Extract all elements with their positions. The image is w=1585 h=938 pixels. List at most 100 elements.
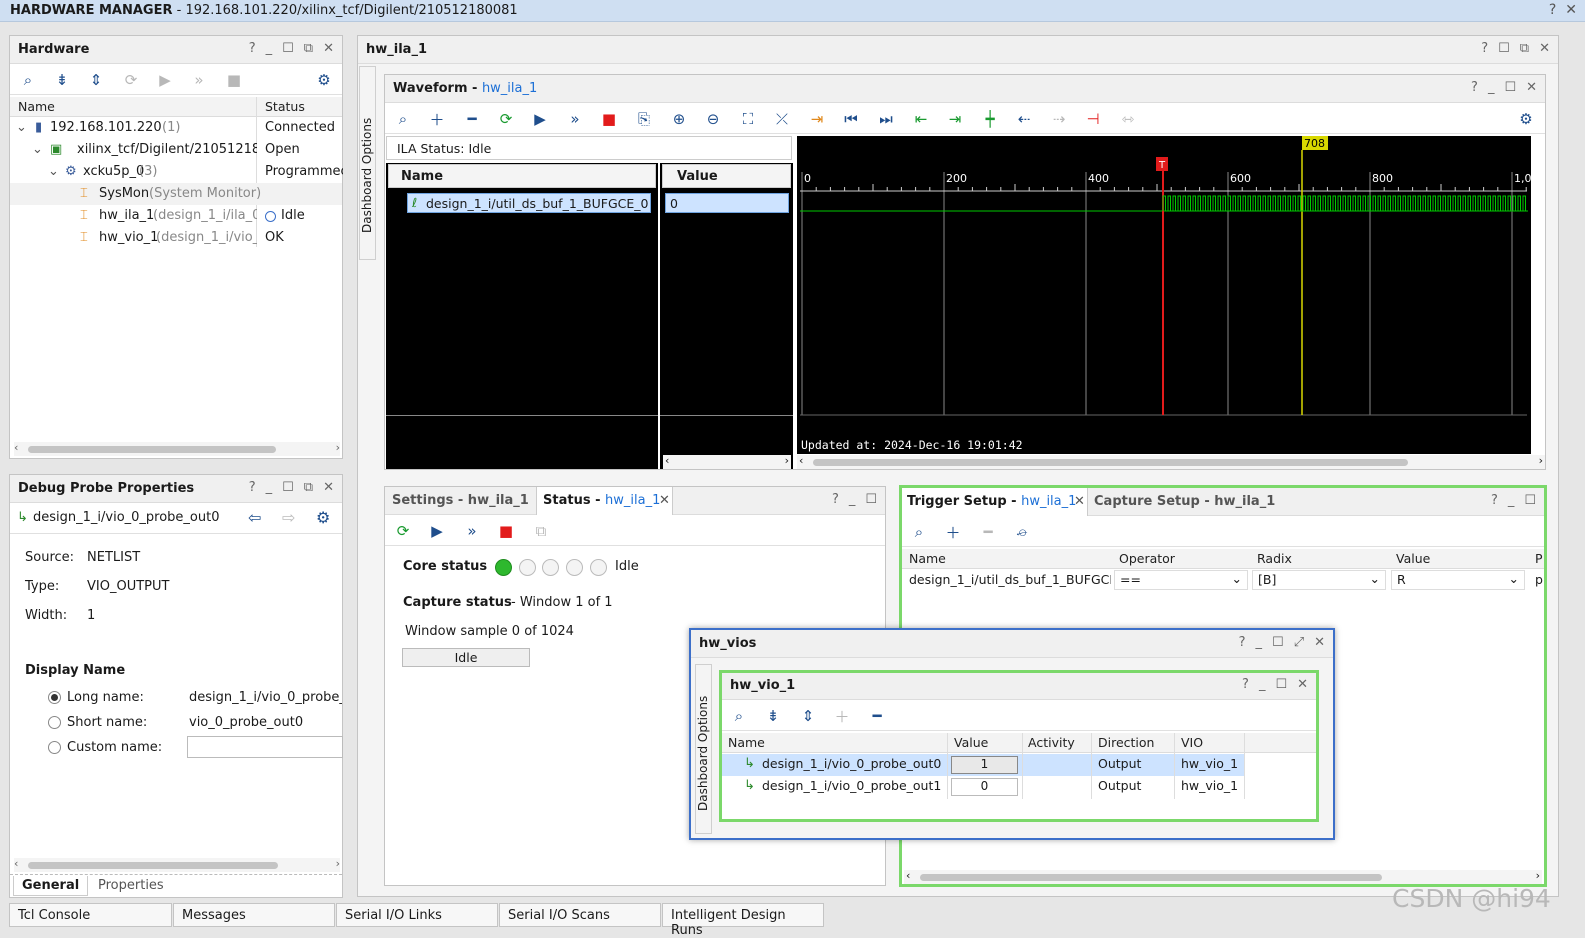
forward-arrow-icon[interactable]: ⇨ bbox=[282, 508, 295, 527]
tab-properties[interactable]: Properties bbox=[98, 878, 164, 893]
minimize-icon[interactable]: _ bbox=[266, 41, 273, 56]
next-transition-icon[interactable]: ⇥ bbox=[944, 108, 966, 130]
probe-hscroll[interactable]: ‹ › bbox=[14, 857, 340, 872]
collapse-all-icon[interactable]: ⇟ bbox=[762, 705, 784, 727]
gear-icon[interactable]: ⚙ bbox=[1515, 108, 1537, 130]
waveform-hscroll[interactable]: ‹ › bbox=[797, 454, 1545, 469]
tree-row-sysmon[interactable]: ⌶ SysMon (System Monitor) bbox=[10, 183, 342, 205]
maximize-icon[interactable]: ☐ bbox=[1272, 635, 1284, 650]
search-icon[interactable]: ⌕ bbox=[17, 69, 39, 91]
search-icon[interactable]: ⌕ bbox=[728, 705, 750, 727]
search-icon[interactable]: ⌕ bbox=[392, 108, 414, 130]
float-icon[interactable]: ⧉ bbox=[304, 480, 313, 495]
tree-row-target[interactable]: ⌄ ▣ xilinx_tcf/Digilent/2105121800 Open bbox=[10, 139, 342, 161]
remove-marker-icon[interactable]: ⊣ bbox=[1082, 108, 1104, 130]
tree-row-device[interactable]: ⌄ ⚙ xcku5p_0 (3) Programmec bbox=[10, 161, 343, 183]
stop-icon[interactable]: ■ bbox=[495, 520, 517, 542]
maximize-icon[interactable]: ☐ bbox=[865, 492, 877, 507]
close-icon[interactable]: ✕ bbox=[323, 480, 334, 495]
chevron-down-icon[interactable]: ⌄ bbox=[48, 164, 59, 179]
maximize-icon[interactable]: ☐ bbox=[1275, 677, 1287, 692]
close-icon[interactable]: ✕ bbox=[1539, 41, 1550, 56]
auto-retrigger-icon[interactable]: ⟳ bbox=[495, 108, 517, 130]
tab-intelligent-design-runs[interactable]: Intelligent Design Runs bbox=[662, 903, 824, 938]
maximize-icon[interactable]: ☐ bbox=[282, 41, 294, 56]
search-icon[interactable]: ⌕ bbox=[908, 521, 930, 543]
help-icon[interactable]: ? bbox=[1549, 2, 1556, 18]
help-icon[interactable]: ? bbox=[1491, 493, 1498, 508]
run-trigger-icon[interactable]: ▶ bbox=[426, 520, 448, 542]
tab-general[interactable]: General bbox=[13, 876, 89, 896]
remove-icon[interactable]: ━ bbox=[977, 521, 999, 543]
add-marker-icon[interactable]: ⇥ bbox=[806, 108, 828, 130]
gear-icon[interactable]: ⚙ bbox=[316, 508, 330, 527]
next-marker-icon[interactable]: ⇢ bbox=[1048, 108, 1070, 130]
minimize-icon[interactable]: _ bbox=[1508, 493, 1515, 508]
tree-row-host[interactable]: ⌄ ▮ 192.168.101.220 (1) Connected bbox=[10, 117, 342, 139]
minimize-icon[interactable]: _ bbox=[1256, 635, 1263, 650]
trigger-hscroll[interactable]: ‹ › bbox=[904, 869, 1542, 884]
run-immediate-icon[interactable]: » bbox=[461, 520, 483, 542]
restore-icon[interactable]: ⤢ bbox=[1294, 635, 1304, 650]
help-icon[interactable]: ? bbox=[249, 480, 256, 495]
export-icon[interactable]: ⎘ bbox=[633, 108, 655, 130]
tree-row-vio[interactable]: ⌶ hw_vio_1 (design_1_i/vio_0 OK bbox=[10, 227, 342, 249]
minimize-icon[interactable]: _ bbox=[266, 480, 273, 495]
minimize-icon[interactable]: _ bbox=[1488, 80, 1495, 95]
maximize-icon[interactable]: ☐ bbox=[1524, 493, 1536, 508]
zoom-out-icon[interactable]: ⊖ bbox=[702, 108, 724, 130]
float-icon[interactable]: ⧉ bbox=[304, 41, 313, 56]
help-icon[interactable]: ? bbox=[1481, 41, 1488, 56]
radix-select[interactable]: [B] ⌄ bbox=[1252, 570, 1386, 590]
tab-settings[interactable]: Settings - hw_ila_1 bbox=[392, 493, 529, 508]
condition-icon[interactable]: ⌮ bbox=[1011, 521, 1033, 543]
dashboard-options-tab[interactable]: Dashboard Options bbox=[359, 66, 376, 260]
maximize-icon[interactable]: ☐ bbox=[1504, 80, 1516, 95]
dashboard-options-tab[interactable]: Dashboard Options bbox=[695, 664, 712, 834]
add-icon[interactable]: ＋ bbox=[426, 108, 448, 130]
run-trigger-icon[interactable]: ▶ bbox=[529, 108, 551, 130]
remove-icon[interactable]: ━ bbox=[461, 108, 483, 130]
capture-icon[interactable]: ⧉ bbox=[530, 520, 552, 542]
waveform-plot[interactable]: 0 200 400 600 800 1,0 T 708 bbox=[797, 136, 1532, 454]
close-tab-icon[interactable]: ✕ bbox=[1074, 494, 1085, 509]
tab-messages[interactable]: Messages bbox=[173, 903, 335, 927]
custom-name-input[interactable] bbox=[187, 736, 343, 758]
value-hscroll[interactable]: ‹ › bbox=[663, 454, 791, 469]
vio-value-input[interactable]: 0 bbox=[951, 778, 1018, 796]
tab-capture-setup[interactable]: Capture Setup - hw_ila_1 bbox=[1094, 494, 1275, 509]
run-immediate-icon[interactable]: » bbox=[564, 108, 586, 130]
tab-serial-io-scans[interactable]: Serial I/O Scans bbox=[499, 903, 661, 927]
tree-row-ila[interactable]: ⌶ hw_ila_1 (design_1_i/ila_0) Idle bbox=[10, 205, 342, 227]
back-arrow-icon[interactable]: ⇦ bbox=[248, 508, 261, 527]
help-icon[interactable]: ? bbox=[1239, 635, 1246, 650]
short-name-radio[interactable] bbox=[48, 715, 61, 730]
tab-tcl-console[interactable]: Tcl Console bbox=[9, 903, 172, 927]
stop-icon[interactable]: ■ bbox=[598, 108, 620, 130]
help-icon[interactable]: ? bbox=[1242, 677, 1249, 692]
vio-row[interactable]: ↳ design_1_i/vio_0_probe_out0 1 Output h… bbox=[722, 754, 1244, 776]
float-icon[interactable]: ⧉ bbox=[1520, 41, 1529, 56]
help-icon[interactable]: ? bbox=[832, 492, 839, 507]
close-icon[interactable]: ✕ bbox=[1565, 2, 1577, 18]
vio-row[interactable]: ↳ design_1_i/vio_0_probe_out1 0 Output h… bbox=[722, 776, 1244, 798]
zoom-in-icon[interactable]: ⊕ bbox=[668, 108, 690, 130]
waveform-vscroll[interactable] bbox=[1532, 136, 1545, 454]
close-tab-icon[interactable]: ✕ bbox=[659, 493, 670, 508]
auto-retrigger-icon[interactable]: ⟳ bbox=[392, 520, 414, 542]
stop-icon[interactable]: ■ bbox=[223, 69, 245, 91]
swap-icon[interactable]: ⇿ bbox=[1117, 108, 1139, 130]
collapse-all-icon[interactable]: ⇟ bbox=[51, 69, 73, 91]
add-icon[interactable]: ＋ bbox=[942, 521, 964, 543]
close-icon[interactable]: ✕ bbox=[323, 41, 334, 56]
prev-marker-icon[interactable]: ⇠ bbox=[1013, 108, 1035, 130]
auto-connect-icon[interactable]: ⟳ bbox=[120, 69, 142, 91]
maximize-icon[interactable]: ☐ bbox=[282, 480, 294, 495]
long-name-radio[interactable] bbox=[48, 690, 61, 705]
go-end-icon[interactable]: ⏭ bbox=[875, 108, 897, 130]
remove-icon[interactable]: ━ bbox=[866, 705, 888, 727]
chevron-down-icon[interactable]: ⌄ bbox=[32, 142, 43, 157]
signal-row[interactable]: ℓ design_1_i/util_ds_buf_1_BUFGCE_0 bbox=[407, 193, 651, 213]
minimize-icon[interactable]: _ bbox=[849, 492, 856, 507]
tab-serial-io-links[interactable]: Serial I/O Links bbox=[336, 903, 498, 927]
